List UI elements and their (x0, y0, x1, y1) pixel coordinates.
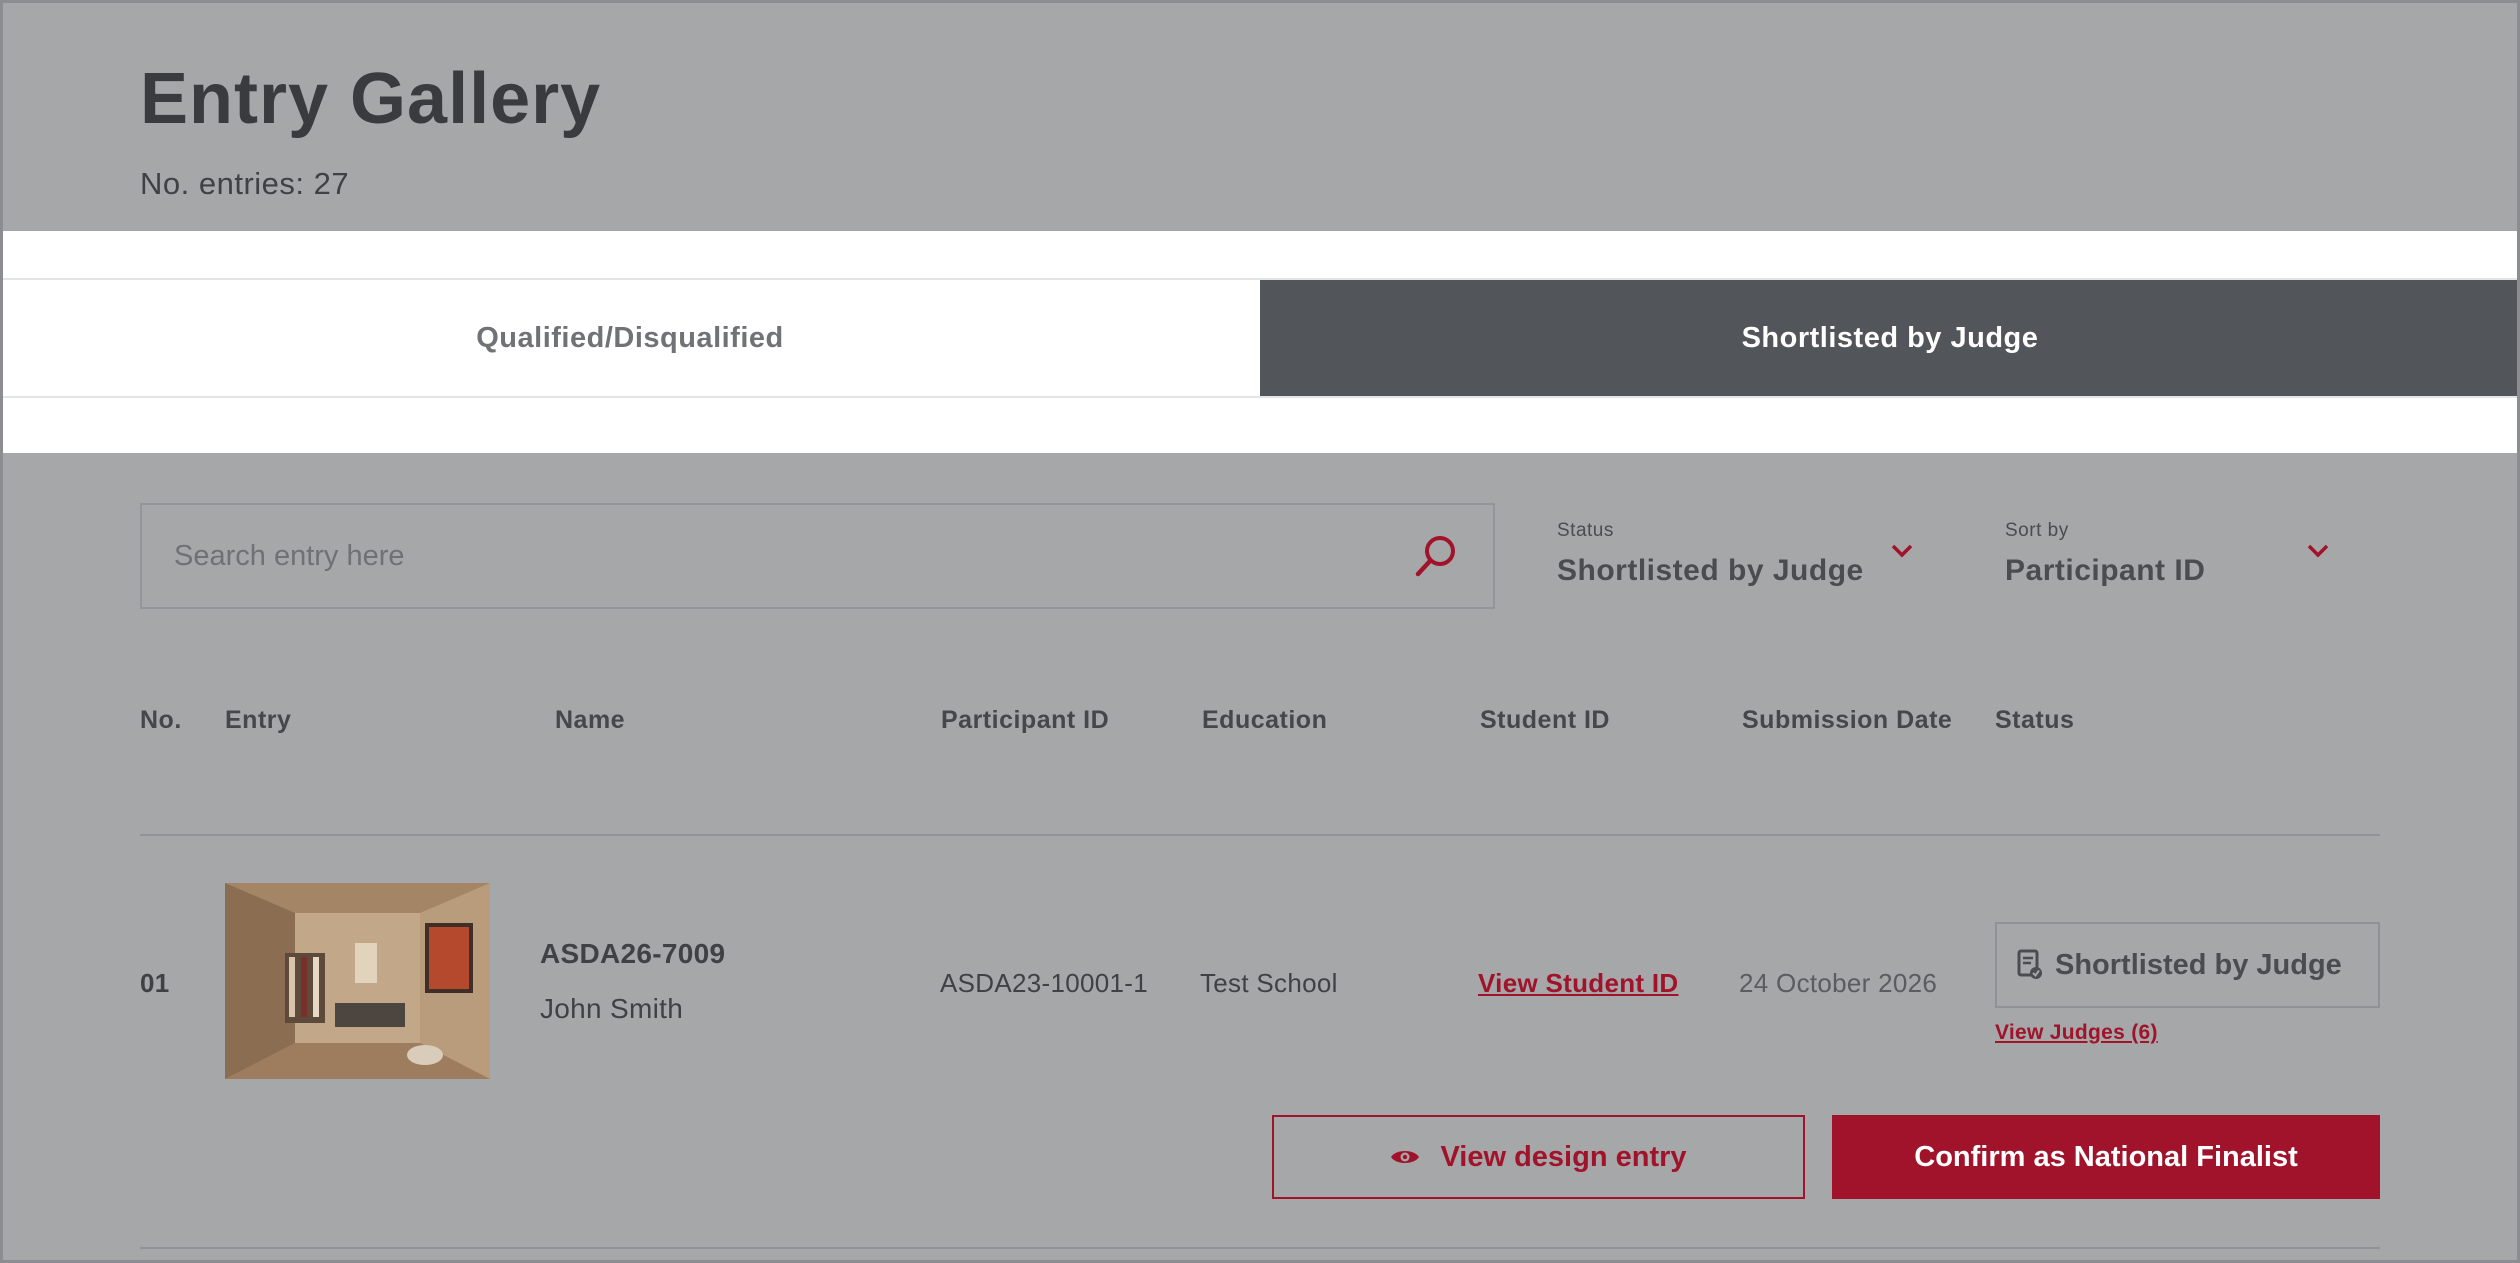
education: Test School (1200, 968, 1338, 998)
entry-code: ASDA26-7009 (540, 938, 726, 969)
view-judges-link[interactable]: View Judges (6) (1995, 1021, 2158, 1045)
search-icon[interactable] (1413, 533, 1459, 579)
row-number: 01 (140, 968, 170, 998)
view-design-entry-button[interactable]: View design entry (1272, 1115, 1805, 1199)
search-input[interactable] (174, 505, 1374, 607)
view-design-entry-label: View design entry (1440, 1140, 1687, 1173)
col-header-participant-id: Participant ID (941, 706, 1110, 734)
submission-date: 24 October 2026 (1739, 968, 1938, 998)
page-header: Entry Gallery No. entries: 27 (0, 0, 2520, 231)
header-divider (140, 834, 2380, 836)
col-header-name: Name (555, 706, 626, 734)
sort-select-label: Sort by (2005, 520, 2069, 541)
col-header-submission-date: Submission Date (1742, 706, 1953, 734)
participant-name: John Smith (540, 993, 684, 1024)
participant-id: ASDA23-10001-1 (940, 968, 1148, 998)
tab-bar: Qualified/Disqualified Shortlisted by Ju… (0, 278, 2520, 398)
col-header-entry: Entry (225, 706, 292, 734)
col-header-education: Education (1202, 706, 1328, 734)
sort-select[interactable]: Sort by Participant ID (2005, 520, 2345, 610)
status-badge: Shortlisted by Judge (1995, 922, 2380, 1008)
entry-thumbnail-image (225, 883, 490, 1079)
status-select[interactable]: Status Shortlisted by Judge (1557, 520, 1917, 610)
row-divider (140, 1247, 2380, 1249)
sort-select-value: Participant ID (2005, 554, 2206, 587)
status-select-label: Status (1557, 520, 1614, 541)
tab-shortlisted-by-judge[interactable]: Shortlisted by Judge (1260, 280, 2520, 396)
chevron-down-icon (1891, 544, 1913, 558)
status-select-value: Shortlisted by Judge (1557, 554, 1864, 587)
view-student-id-link[interactable]: View Student ID (1478, 968, 1679, 999)
eye-icon (1391, 1151, 1420, 1163)
tab-qualified-disqualified[interactable]: Qualified/Disqualified (0, 280, 1260, 396)
chevron-down-icon (2307, 544, 2329, 558)
col-header-student-id: Student ID (1480, 706, 1610, 734)
confirm-national-finalist-button[interactable]: Confirm as National Finalist (1832, 1115, 2380, 1199)
entries-count: No. entries: 27 (140, 166, 350, 201)
col-header-no: No. (140, 706, 182, 734)
col-header-status: Status (1995, 706, 2075, 734)
status-badge-label: Shortlisted by Judge (2055, 948, 2342, 981)
page-title: Entry Gallery (140, 59, 602, 139)
entry-thumbnail[interactable] (225, 883, 490, 1079)
search-box (140, 503, 1495, 609)
document-check-icon (2017, 949, 2042, 979)
